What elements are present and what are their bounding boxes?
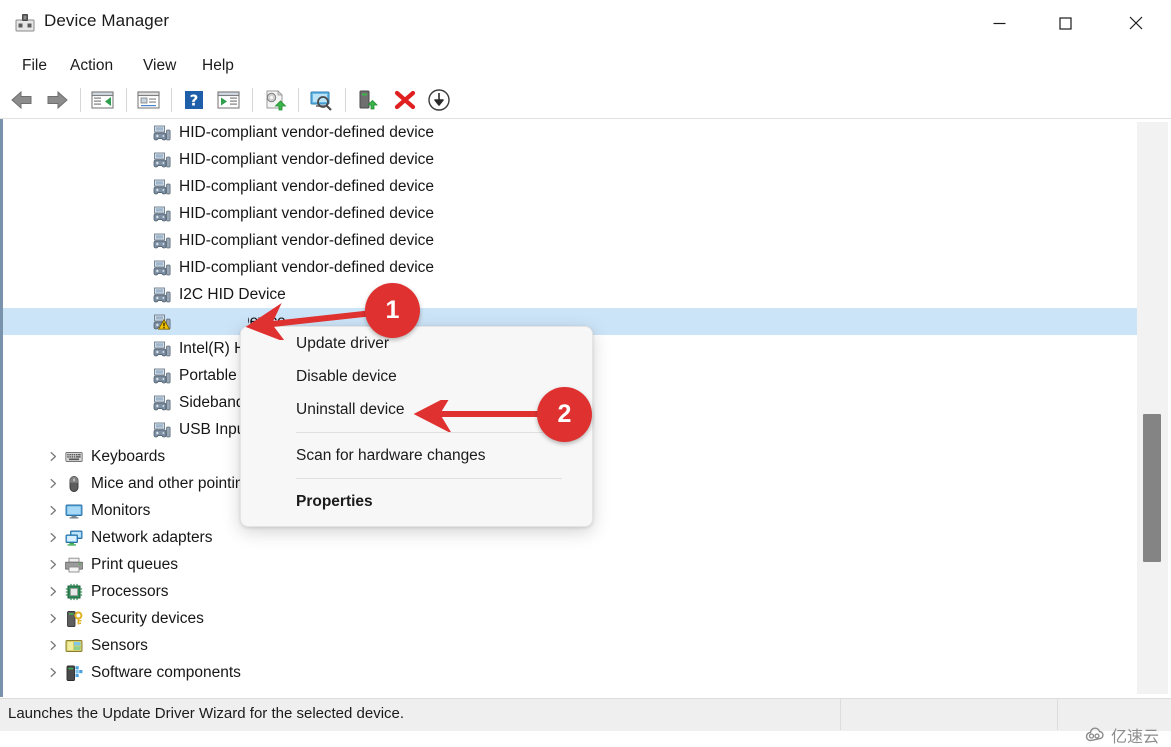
context-menu-item[interactable]: Scan for hardware changes [241,439,592,472]
software-component-icon [65,664,83,682]
warning-icon [158,319,170,330]
properties-icon[interactable] [135,88,161,112]
tree-item-label: Processors [91,583,169,601]
scan-for-hardware-changes-icon[interactable] [308,88,334,112]
tree-item-label: HID-compliant vendor-defined device [179,205,434,223]
uninstall-device-icon[interactable] [392,88,418,112]
tree-item[interactable]: HID-compliant vendor-defined device [3,227,1138,254]
enable-device-icon[interactable] [356,88,382,112]
context-menu-separator [296,478,562,479]
tree-item-label: Software components [91,664,241,682]
watermark: 亿速云 [1085,723,1159,747]
annotation-badge-2: 2 [537,387,592,442]
hid-device-icon [153,124,171,142]
tree-item-label: I2C HID Device [179,286,286,304]
hid-device-icon [153,394,171,412]
window-title: Device Manager [44,11,169,31]
mouse-icon [65,475,83,493]
menu-action[interactable]: Action [64,54,119,78]
tree-item[interactable]: HID-compliant vendor-defined device [3,119,1138,146]
tree-item-label: HID-compliant vendor-defined device [179,151,434,169]
chevron-right-icon[interactable] [47,558,60,571]
tree-item[interactable]: HID-compliant vendor-defined device [3,146,1138,173]
tree-item-label: HID-compliant vendor-defined device [179,259,434,277]
menu-file[interactable]: File [16,54,53,78]
update-driver-icon[interactable] [262,88,288,112]
device-manager-icon [14,13,36,33]
tree-item-label: Print queues [91,556,178,574]
network-adapter-icon [65,529,83,547]
monitor-icon [65,502,83,520]
menu-help[interactable]: Help [196,54,240,78]
keyboard-icon [65,448,83,466]
help-icon[interactable]: ? [181,88,207,112]
tree-item[interactable]: HID-compliant vendor-defined device [3,200,1138,227]
menu-view[interactable]: View [137,54,182,78]
status-text: Launches the Update Driver Wizard for th… [8,705,404,722]
close-button[interactable] [1112,0,1160,46]
tree-item-label: HID-compliant vendor-defined device [179,232,434,250]
vertical-scrollbar[interactable] [1137,122,1168,694]
forward-icon[interactable] [44,88,70,112]
security-device-icon [65,610,83,628]
hid-device-icon [153,259,171,277]
hid-device-icon [153,313,171,331]
hid-device-icon [153,421,171,439]
chevron-right-icon[interactable] [47,639,60,652]
show-hide-console-tree-icon[interactable] [89,88,115,112]
hid-device-icon [153,340,171,358]
tree-item-label: HID-compliant vendor-defined device [179,124,434,142]
hid-device-icon [153,367,171,385]
chevron-right-icon[interactable] [47,612,60,625]
show-hide-action-pane-icon[interactable] [215,88,241,112]
toolbar [0,82,1171,119]
tree-item[interactable]: I2C HID Device [3,281,1138,308]
hid-device-icon [153,178,171,196]
chevron-right-icon[interactable] [47,450,60,463]
tree-item-label: Security devices [91,610,204,628]
cloud-icon [1085,727,1107,743]
tree-item-label: Monitors [91,502,150,520]
maximize-button[interactable] [1041,0,1089,46]
tree-item-label: HID-compliant vendor-defined device [179,178,434,196]
chevron-right-icon[interactable] [47,666,60,679]
hid-device-icon [153,205,171,223]
context-menu-separator [296,432,562,433]
device-manager-window: Device Manager File Action View Help [0,0,1171,730]
tree-item[interactable]: Security devices [3,605,1138,632]
minimize-button[interactable] [975,0,1023,46]
disable-device-icon[interactable] [426,88,452,112]
svg-text:?: ? [190,92,199,110]
tree-item-label: Sensors [91,637,148,655]
chevron-right-icon[interactable] [47,585,60,598]
watermark-text: 亿速云 [1111,723,1159,747]
chevron-right-icon[interactable] [47,477,60,490]
context-menu-item[interactable]: Disable device [241,360,592,393]
printer-icon [65,556,83,574]
vertical-scrollbar-thumb[interactable] [1143,414,1161,562]
tree-item[interactable]: HID-compliant vendor-defined device [3,254,1138,281]
hid-device-icon [153,286,171,304]
chevron-right-icon[interactable] [47,504,60,517]
processor-icon [65,583,83,601]
tree-item[interactable]: Network adapters [3,524,1138,551]
context-menu-item[interactable]: Properties [241,485,592,518]
tree-item-label: Network adapters [91,529,212,547]
tree-item[interactable]: Processors [3,578,1138,605]
title-bar: Device Manager [0,0,1171,46]
hid-device-icon [153,151,171,169]
tree-item[interactable]: Print queues [3,551,1138,578]
tree-item[interactable]: Sensors [3,632,1138,659]
annotation-badge-1: 1 [365,283,420,338]
tree-item[interactable]: HID-compliant vendor-defined device [3,173,1138,200]
tree-item-label: Keyboards [91,448,165,466]
context-menu-item[interactable]: Update driver [241,327,592,360]
tree-item[interactable]: Software components [3,659,1138,686]
hid-device-icon [153,232,171,250]
chevron-right-icon[interactable] [47,531,60,544]
back-icon[interactable] [9,88,35,112]
sensor-icon [65,637,83,655]
